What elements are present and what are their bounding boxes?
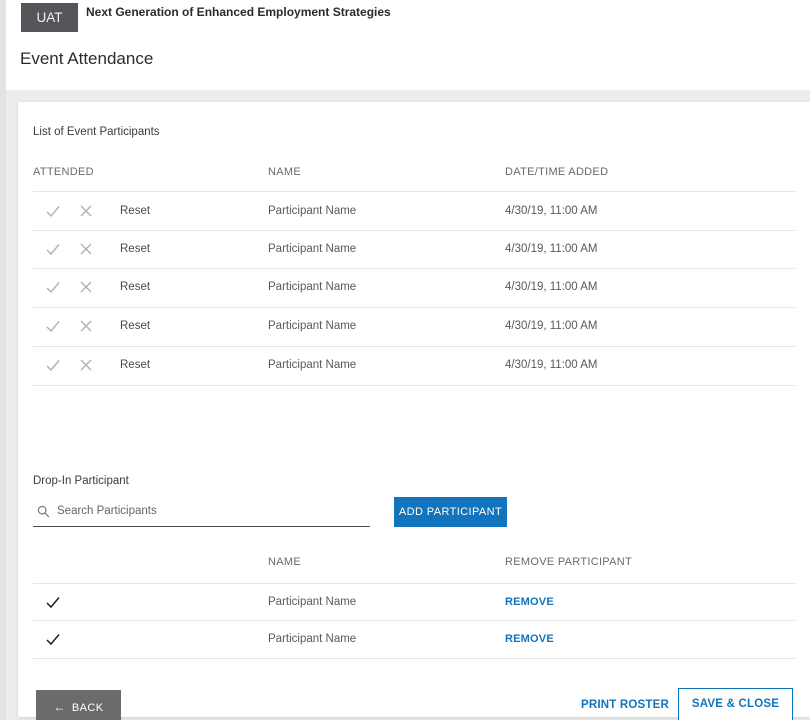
back-button[interactable]: ← BACK [36, 690, 121, 720]
date-time-added: 4/30/19, 11:00 AM [505, 359, 598, 371]
mark-attended-check-icon[interactable] [45, 279, 61, 295]
participant-name: Participant Name [268, 243, 356, 255]
table-row: Reset Participant Name 4/30/19, 11:00 AM [18, 268, 810, 306]
participant-name: Participant Name [268, 596, 356, 608]
participant-name: Participant Name [268, 205, 356, 217]
table-row: Participant Name REMOVE [18, 620, 810, 658]
table-row: Reset Participant Name 4/30/19, 11:00 AM [18, 230, 810, 268]
app-title: Next Generation of Enhanced Employment S… [86, 5, 391, 19]
remove-participant-link[interactable]: REMOVE [505, 596, 554, 608]
column-header-name: NAME [268, 166, 301, 178]
top-app-bar: UAT Next Generation of Enhanced Employme… [0, 0, 810, 90]
participant-name: Participant Name [268, 633, 356, 645]
reset-link[interactable]: Reset [120, 281, 150, 293]
save-close-button[interactable]: SAVE & CLOSE [678, 688, 793, 720]
table-divider [33, 658, 795, 659]
print-roster-button[interactable]: PRINT ROSTER [570, 688, 680, 720]
mark-attended-check-icon[interactable] [45, 357, 61, 373]
page-left-gutter [0, 0, 6, 720]
add-participant-button[interactable]: ADD PARTICIPANT [394, 497, 507, 527]
date-time-added: 4/30/19, 11:00 AM [505, 320, 598, 332]
attended-check-icon [45, 594, 61, 610]
mark-absent-x-icon[interactable] [78, 357, 94, 373]
mark-attended-check-icon[interactable] [45, 318, 61, 334]
column-header-attended: ATTENDED [33, 166, 94, 178]
participant-name: Participant Name [268, 320, 356, 332]
environment-badge: UAT [21, 3, 78, 32]
mark-attended-check-icon[interactable] [45, 203, 61, 219]
participant-name: Participant Name [268, 281, 356, 293]
back-button-label: BACK [72, 702, 104, 714]
search-icon [37, 505, 50, 518]
reset-link[interactable]: Reset [120, 205, 150, 217]
column-header-date-added: DATE/TIME ADDED [505, 166, 608, 178]
page-title: Event Attendance [20, 49, 153, 69]
table-row: Reset Participant Name 4/30/19, 11:00 AM [18, 192, 810, 230]
mark-absent-x-icon[interactable] [78, 318, 94, 334]
mark-absent-x-icon[interactable] [78, 279, 94, 295]
search-participants-input[interactable] [57, 499, 357, 523]
date-time-added: 4/30/19, 11:00 AM [505, 205, 598, 217]
date-time-added: 4/30/19, 11:00 AM [505, 243, 598, 255]
dropin-section-title: Drop-In Participant [33, 475, 129, 487]
date-time-added: 4/30/19, 11:00 AM [505, 281, 598, 293]
remove-participant-link[interactable]: REMOVE [505, 633, 554, 645]
column-header-remove-participant: REMOVE PARTICIPANT [505, 556, 632, 568]
table-row: Reset Participant Name 4/30/19, 11:00 AM [18, 307, 810, 345]
attended-check-icon [45, 631, 61, 647]
mark-absent-x-icon[interactable] [78, 241, 94, 257]
table-divider [33, 385, 795, 386]
table-row: Participant Name REMOVE [18, 583, 810, 620]
reset-link[interactable]: Reset [120, 359, 150, 371]
column-header-dropin-name: NAME [268, 556, 301, 568]
mark-absent-x-icon[interactable] [78, 203, 94, 219]
reset-link[interactable]: Reset [120, 320, 150, 332]
table-row: Reset Participant Name 4/30/19, 11:00 AM [18, 346, 810, 384]
reset-link[interactable]: Reset [120, 243, 150, 255]
participant-name: Participant Name [268, 359, 356, 371]
participants-section-title: List of Event Participants [33, 126, 160, 138]
back-arrow-icon: ← [54, 700, 66, 714]
search-participants-field [33, 497, 370, 527]
mark-attended-check-icon[interactable] [45, 241, 61, 257]
event-attendance-card: List of Event Participants ATTENDED NAME… [18, 102, 810, 717]
